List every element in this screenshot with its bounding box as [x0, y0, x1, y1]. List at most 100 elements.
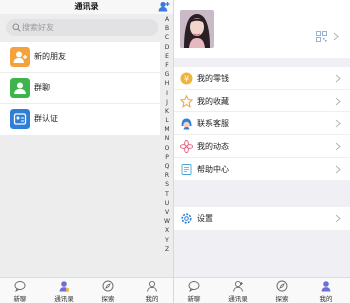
index-letter[interactable]: H: [161, 79, 173, 88]
tab-label: 新聊: [13, 295, 27, 303]
menu-item-favorites[interactable]: 我的收藏: [174, 90, 350, 113]
chevron-right-icon: [335, 214, 341, 223]
menu-group-main: ¥ 我的零钱 我的收藏 联系客服 我的动态 帮助中心: [174, 67, 350, 181]
search-input[interactable]: 搜索好友: [6, 19, 158, 36]
tab-chats[interactable]: 新聊: [0, 280, 40, 303]
index-letter[interactable]: S: [161, 180, 173, 189]
list-item-group-verify[interactable]: 群认证: [0, 104, 160, 135]
index-letter[interactable]: F: [161, 61, 173, 70]
menu-item-label: 帮助中心: [197, 164, 229, 174]
help-icon: [181, 163, 192, 175]
index-letter[interactable]: L: [161, 116, 173, 125]
add-friend-icon[interactable]: [158, 1, 170, 12]
chevron-right-icon: [335, 165, 341, 174]
index-letter[interactable]: Y: [161, 236, 173, 245]
tab-label: 新聊: [187, 295, 201, 303]
tab-bar: 新聊 通讯录 探索 我的: [0, 277, 173, 303]
index-letter[interactable]: G: [161, 70, 173, 79]
coin-icon: ¥: [180, 72, 193, 85]
chat-bubble-icon: [188, 281, 200, 292]
tab-chats[interactable]: 新聊: [174, 280, 214, 303]
index-letter[interactable]: I: [161, 89, 173, 98]
search-icon: [12, 23, 21, 32]
qr-code-icon[interactable]: [316, 31, 327, 42]
me-screen: ¥ 我的零钱 我的收藏 联系客服 我的动态 帮助中心 设置 新聊 通讯录 探索 …: [174, 0, 350, 303]
list-item-group-chat[interactable]: 群聊: [0, 73, 160, 104]
menu-group-settings: 设置: [174, 207, 350, 230]
page-title: 通讯录: [74, 2, 99, 11]
tab-explore[interactable]: 探索: [88, 280, 128, 303]
person-icon: [321, 281, 331, 292]
index-letter[interactable]: X: [161, 226, 173, 235]
contacts-header: 通讯录: [0, 0, 173, 14]
flower-icon: [180, 140, 193, 154]
tab-label: 通讯录: [54, 295, 74, 303]
tab-label: 通讯录: [228, 295, 248, 303]
compass-icon: [102, 280, 114, 292]
index-letter[interactable]: K: [161, 107, 173, 116]
index-letter[interactable]: U: [161, 199, 173, 208]
index-letter[interactable]: Q: [161, 162, 173, 171]
contacts-icon: [233, 280, 243, 292]
index-letter[interactable]: V: [161, 208, 173, 217]
tab-me[interactable]: 我的: [306, 280, 346, 303]
menu-item-label: 我的零钱: [197, 74, 229, 83]
star-icon: [180, 94, 193, 108]
group-chat-icon: [10, 78, 30, 98]
tab-label: 探索: [101, 295, 115, 303]
index-letter[interactable]: N: [161, 134, 173, 143]
index-letter[interactable]: B: [161, 24, 173, 33]
group-verify-icon: [10, 109, 30, 129]
menu-item-moments[interactable]: 我的动态: [174, 135, 350, 158]
tab-contacts[interactable]: 通讯录: [218, 280, 258, 303]
index-letter[interactable]: P: [161, 153, 173, 162]
index-letter[interactable]: C: [161, 33, 173, 42]
list-item-label: 群认证: [34, 114, 58, 123]
menu-item-help[interactable]: 帮助中心: [174, 158, 350, 181]
tab-contacts[interactable]: 通讯录: [44, 280, 84, 303]
index-letter[interactable]: O: [161, 144, 173, 153]
index-letter[interactable]: W: [161, 217, 173, 226]
index-letter[interactable]: Z: [161, 245, 173, 254]
profile-card[interactable]: [174, 0, 350, 58]
list-item-label: 群聊: [34, 83, 50, 92]
list-item-new-friends[interactable]: 新的朋友: [0, 42, 160, 73]
chevron-right-icon: [335, 97, 341, 106]
tab-explore[interactable]: 探索: [262, 280, 302, 303]
chevron-right-icon: [335, 142, 341, 151]
index-letter[interactable]: D: [161, 43, 173, 52]
contacts-screen: 通讯录 搜索好友 新的朋友 群聊 群认证 A B C D E F G H I J…: [0, 0, 173, 303]
alphabet-index[interactable]: ABCDEFGHIJKLMNOPQRSTUVWXYZ: [161, 15, 173, 254]
index-letter[interactable]: J: [161, 98, 173, 107]
index-letter[interactable]: R: [161, 171, 173, 180]
chevron-right-icon: [335, 119, 341, 128]
chevron-right-icon: [335, 74, 341, 83]
tab-bar: 新聊 通讯录 探索 我的: [174, 277, 350, 303]
index-letter[interactable]: E: [161, 52, 173, 61]
contacts-icon: [59, 281, 70, 292]
tab-label: 我的: [319, 295, 333, 303]
tab-me[interactable]: 我的: [132, 280, 172, 303]
index-letter[interactable]: T: [161, 190, 173, 199]
menu-item-label: 我的收藏: [197, 96, 229, 106]
person-icon: [147, 280, 157, 292]
chevron-right-icon: [333, 32, 339, 41]
search-placeholder: 搜索好友: [22, 23, 54, 32]
menu-item-wallet[interactable]: ¥ 我的零钱: [174, 67, 350, 90]
gear-icon: [181, 213, 192, 224]
menu-item-label: 设置: [197, 214, 213, 223]
tab-label: 我的: [145, 295, 159, 303]
index-letter[interactable]: M: [161, 125, 173, 134]
menu-item-label: 我的动态: [197, 142, 229, 152]
svg-text:¥: ¥: [184, 74, 189, 83]
menu-item-customer-service[interactable]: 联系客服: [174, 112, 350, 136]
tab-label: 探索: [275, 295, 289, 303]
chat-bubble-icon: [14, 281, 26, 292]
menu-item-settings[interactable]: 设置: [174, 207, 350, 230]
contacts-list: 新的朋友 群聊 群认证: [0, 42, 160, 135]
compass-icon: [276, 280, 288, 292]
service-icon: [181, 118, 192, 130]
new-friend-icon: [10, 47, 30, 67]
avatar[interactable]: [180, 10, 214, 48]
index-letter[interactable]: A: [161, 15, 173, 24]
